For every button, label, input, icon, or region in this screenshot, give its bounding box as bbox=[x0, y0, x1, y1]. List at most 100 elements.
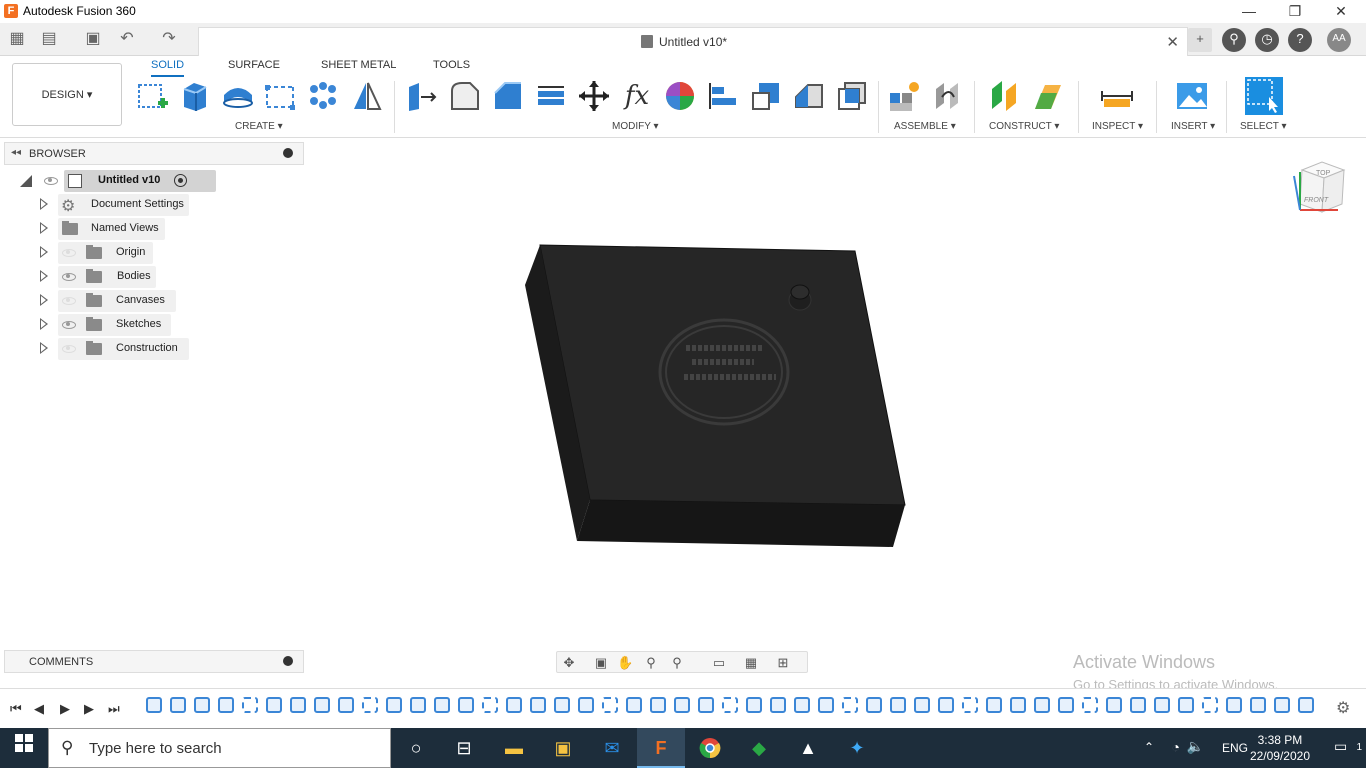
network-icon[interactable]: ◔ bbox=[1172, 739, 1180, 755]
timeline-feature-icon[interactable] bbox=[1178, 697, 1194, 713]
timeline-feature-icon[interactable] bbox=[1010, 697, 1026, 713]
taskbar-search[interactable]: ⚲ Type here to search bbox=[48, 728, 391, 768]
expand-icon[interactable] bbox=[40, 342, 48, 354]
timeline-feature-icon[interactable] bbox=[1058, 697, 1074, 713]
insert-menu[interactable]: INSERT ▾ bbox=[1171, 121, 1215, 132]
timeline-feature-icon[interactable] bbox=[722, 697, 738, 713]
construct-menu[interactable]: CONSTRUCT ▾ bbox=[989, 121, 1059, 132]
3d-viewport[interactable] bbox=[305, 140, 1366, 678]
new-tab-icon[interactable]: + bbox=[1188, 28, 1212, 52]
mirror-icon[interactable] bbox=[350, 79, 384, 113]
insert-canvas-icon[interactable] bbox=[1175, 79, 1209, 113]
timeline-feature-icon[interactable] bbox=[1106, 697, 1122, 713]
look-at-icon[interactable]: ▣ bbox=[593, 655, 609, 671]
visibility-eye-icon[interactable] bbox=[44, 177, 58, 185]
press-pull-icon[interactable] bbox=[405, 79, 439, 113]
move-icon[interactable] bbox=[577, 79, 611, 113]
task-view-icon[interactable]: ⊟ bbox=[440, 728, 488, 768]
pattern-icon[interactable] bbox=[306, 79, 340, 113]
create-menu[interactable]: CREATE ▾ bbox=[235, 121, 283, 132]
start-button[interactable] bbox=[0, 728, 48, 768]
timeline-feature-icon[interactable] bbox=[746, 697, 762, 713]
timeline-feature-icon[interactable] bbox=[242, 697, 258, 713]
expand-icon[interactable] bbox=[40, 270, 48, 282]
timeline-feature-icon[interactable] bbox=[506, 697, 522, 713]
browser-item-origin[interactable]: Origin bbox=[40, 242, 200, 264]
tab-surface[interactable]: SURFACE bbox=[228, 59, 280, 77]
shell-icon[interactable] bbox=[534, 79, 568, 113]
tab-solid[interactable]: SOLID bbox=[151, 59, 185, 77]
timeline-feature-icon[interactable] bbox=[554, 697, 570, 713]
timeline-feature-icon[interactable] bbox=[962, 697, 978, 713]
browser-item-document-settings[interactable]: ⚙ Document Settings bbox=[40, 194, 200, 216]
timeline-feature-icon[interactable] bbox=[1130, 697, 1146, 713]
parameters-fx-icon[interactable]: fx bbox=[620, 79, 654, 113]
scale-icon[interactable] bbox=[749, 79, 783, 113]
visibility-eye-icon[interactable] bbox=[62, 273, 76, 281]
timeline-feature-icon[interactable] bbox=[674, 697, 690, 713]
expand-icon[interactable] bbox=[40, 294, 48, 306]
timeline-prev-icon[interactable]: ◀ bbox=[34, 701, 44, 717]
browser-item-bodies[interactable]: Bodies bbox=[40, 266, 200, 288]
tab-tools[interactable]: TOOLS bbox=[433, 59, 470, 77]
store-icon[interactable]: ▣ bbox=[539, 728, 587, 768]
select-icon[interactable] bbox=[1245, 77, 1283, 115]
timeline-feature-icon[interactable] bbox=[1226, 697, 1242, 713]
visibility-eye-icon[interactable] bbox=[62, 321, 76, 329]
timeline-feature-icon[interactable] bbox=[194, 697, 210, 713]
timeline-feature-icon[interactable] bbox=[1202, 697, 1218, 713]
inspect-menu[interactable]: INSPECT ▾ bbox=[1092, 121, 1143, 132]
revolve-icon[interactable] bbox=[221, 79, 255, 113]
expand-icon[interactable] bbox=[40, 198, 48, 210]
browser-item-construction[interactable]: Construction bbox=[40, 338, 200, 360]
expand-icon[interactable] bbox=[40, 318, 48, 330]
timeline-feature-icon[interactable] bbox=[530, 697, 546, 713]
extensions-icon[interactable]: ⚲ bbox=[1222, 28, 1246, 52]
chrome-icon[interactable] bbox=[686, 728, 734, 768]
sketchup-icon[interactable]: ◆ bbox=[735, 728, 783, 768]
minimize-button[interactable]: — bbox=[1226, 0, 1272, 23]
appearance-icon[interactable] bbox=[663, 79, 697, 113]
view-cube[interactable]: TOP FRONT bbox=[1292, 158, 1348, 216]
timeline-feature-icon[interactable] bbox=[650, 697, 666, 713]
select-menu[interactable]: SELECT ▾ bbox=[1240, 121, 1287, 132]
offset-plane-icon[interactable] bbox=[988, 79, 1022, 113]
volume-icon[interactable]: 🔈 bbox=[1187, 738, 1204, 755]
timeline-feature-icon[interactable] bbox=[218, 697, 234, 713]
timeline-next-icon[interactable]: ▶ bbox=[84, 701, 94, 717]
browser-item-sketches[interactable]: Sketches bbox=[40, 314, 200, 336]
timeline-feature-icon[interactable] bbox=[866, 697, 882, 713]
split-face-icon[interactable] bbox=[792, 79, 826, 113]
timeline-feature-icon[interactable] bbox=[890, 697, 906, 713]
save-icon[interactable]: ▣ bbox=[82, 28, 104, 50]
close-tab-icon[interactable]: ✕ bbox=[1166, 33, 1179, 51]
assemble-menu[interactable]: ASSEMBLE ▾ bbox=[894, 121, 956, 132]
hidden-eye-icon[interactable] bbox=[62, 345, 76, 353]
timeline-feature-icon[interactable] bbox=[578, 697, 594, 713]
expand-icon[interactable] bbox=[40, 246, 48, 258]
fit-icon[interactable]: ⚲ bbox=[669, 655, 685, 671]
timeline-settings-icon[interactable]: ⚙ bbox=[1336, 698, 1350, 718]
timeline-feature-icon[interactable] bbox=[266, 697, 282, 713]
undo-icon[interactable]: ↶ bbox=[116, 28, 138, 50]
align-icon[interactable] bbox=[706, 79, 740, 113]
timeline-feature-icon[interactable] bbox=[170, 697, 186, 713]
hidden-eye-icon[interactable] bbox=[62, 297, 76, 305]
viewports-icon[interactable]: ⊞ bbox=[775, 655, 791, 671]
timeline-feature-icon[interactable] bbox=[818, 697, 834, 713]
timeline-play-icon[interactable]: ▶ bbox=[60, 701, 70, 717]
apps-grid-icon[interactable]: ▦ bbox=[6, 28, 28, 50]
timeline-feature-icon[interactable] bbox=[938, 697, 954, 713]
plane-at-angle-icon[interactable] bbox=[1031, 79, 1065, 113]
timeline-feature-icon[interactable] bbox=[602, 697, 618, 713]
notification-icon[interactable]: ▭ 1 bbox=[1334, 738, 1362, 758]
orbit-icon[interactable]: ✥ bbox=[561, 655, 577, 671]
system-clock[interactable]: 3:38 PM 22/09/2020 bbox=[1250, 732, 1310, 764]
workspace-switcher[interactable]: DESIGN ▾ bbox=[12, 63, 122, 126]
pan-hand-icon[interactable]: ✋ bbox=[617, 655, 633, 671]
file-menu-icon[interactable]: ▤ bbox=[38, 28, 60, 50]
timeline-feature-icon[interactable] bbox=[482, 697, 498, 713]
timeline-feature-icon[interactable] bbox=[290, 697, 306, 713]
timeline-feature-icon[interactable] bbox=[338, 697, 354, 713]
file-explorer-icon[interactable]: ▬ bbox=[490, 728, 538, 768]
